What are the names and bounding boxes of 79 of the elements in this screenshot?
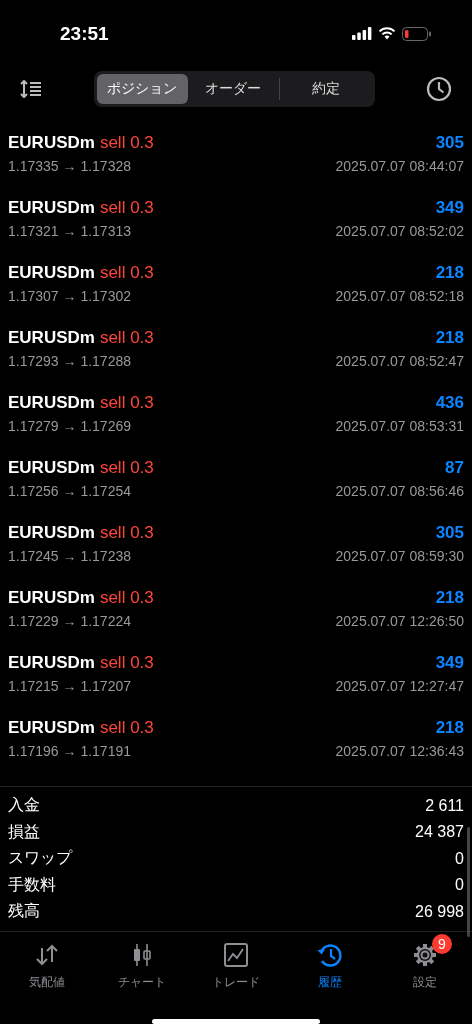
- status-time: 23:51: [60, 22, 109, 45]
- deal-prices: 1.17215 → 1.17207: [8, 677, 131, 694]
- summary-label: 手数料: [8, 874, 56, 895]
- battery-icon: [402, 26, 432, 41]
- summary-value: 0: [455, 876, 464, 895]
- deal-order: sell 0.3: [99, 457, 154, 478]
- deal-profit: 218: [435, 717, 464, 738]
- deal-symbol: EURUSDm: [8, 262, 95, 283]
- deal-symbol: EURUSDm: [8, 327, 95, 348]
- deal-order: sell 0.3: [99, 327, 154, 348]
- deal-order: sell 0.3: [99, 717, 154, 738]
- deal-prices: 1.17321 → 1.17313: [8, 222, 131, 239]
- deal-profit: 349: [435, 652, 464, 673]
- candlestick-icon: [131, 943, 152, 968]
- deal-symbol: EURUSDm: [8, 587, 95, 608]
- deal-symbol: EURUSDm: [8, 652, 95, 673]
- summary-value: 26 998: [415, 902, 464, 921]
- deal-time: 2025.07.07 08:53:31: [335, 417, 464, 434]
- deal-prices: 1.17196 → 1.17191: [8, 742, 131, 759]
- deal-time: 2025.07.07 08:52:02: [335, 222, 464, 239]
- history-icon: [317, 942, 344, 969]
- deal-prices: 1.17335 → 1.17328: [8, 157, 131, 174]
- segment-tab[interactable]: 約定: [280, 74, 372, 105]
- deal-symbol: EURUSDm: [8, 392, 95, 413]
- wifi-icon: [378, 27, 396, 41]
- deal-prices: 1.17245 → 1.17238: [8, 547, 131, 564]
- summary-value: 24 387: [415, 823, 464, 842]
- deal-symbol: EURUSDm: [8, 457, 95, 478]
- deal-profit: 349: [435, 197, 464, 218]
- deal-time: 2025.07.07 08:59:30: [335, 547, 464, 564]
- clock-icon[interactable]: [426, 76, 452, 103]
- deal-time: 2025.07.07 12:26:50: [335, 612, 464, 629]
- deal-time: 2025.07.07 08:52:47: [335, 352, 464, 369]
- summary-label: 残高: [8, 901, 40, 922]
- sort-icon[interactable]: [20, 80, 42, 99]
- deal-order: sell 0.3: [99, 262, 154, 283]
- summary-label: 損益: [8, 821, 40, 842]
- tab-bar-item[interactable]: チャート: [94, 932, 189, 994]
- summary-label: 入金: [8, 795, 40, 816]
- tab-bar-item[interactable]: 気配値: [0, 932, 95, 994]
- deal-time: 2025.07.07 08:44:07: [335, 157, 464, 174]
- segment-tab[interactable]: ポジション: [96, 74, 188, 105]
- deal-order: sell 0.3: [99, 652, 154, 673]
- deal-symbol: EURUSDm: [8, 717, 95, 738]
- summary-value: 0: [455, 849, 464, 868]
- deal-prices: 1.17256 → 1.17254: [8, 482, 131, 499]
- tab-bar-item[interactable]: 9 設定: [377, 932, 472, 994]
- deal-order: sell 0.3: [99, 197, 154, 218]
- deal-profit: 218: [435, 327, 464, 348]
- deal-order: sell 0.3: [99, 587, 154, 608]
- deal-time: 2025.07.07 12:27:47: [335, 677, 464, 694]
- deal-profit: 218: [435, 587, 464, 608]
- deal-prices: 1.17293 → 1.17288: [8, 352, 131, 369]
- deal-profit: 436: [435, 392, 464, 413]
- deal-profit: 305: [435, 132, 464, 153]
- summary-value: 2 611: [425, 796, 464, 815]
- line-chart-icon: [224, 943, 248, 968]
- tab-bar-item[interactable]: トレード: [188, 932, 284, 994]
- deal-time: 2025.07.07 12:36:43: [335, 742, 464, 759]
- notification-badge: 9: [431, 934, 452, 955]
- deal-time: 2025.07.07 08:56:46: [335, 482, 464, 499]
- tab-bar-item[interactable]: 履歴: [283, 932, 378, 994]
- deal-time: 2025.07.07 08:52:18: [335, 287, 464, 304]
- deal-symbol: EURUSDm: [8, 197, 95, 218]
- deal-symbol: EURUSDm: [8, 522, 95, 543]
- deal-prices: 1.17279 → 1.17269: [8, 417, 131, 434]
- deal-order: sell 0.3: [99, 392, 154, 413]
- deal-order: sell 0.3: [99, 522, 154, 543]
- signal-icon: [352, 27, 372, 41]
- deal-prices: 1.17307 → 1.17302: [8, 287, 131, 304]
- deal-profit: 305: [435, 522, 464, 543]
- segment-tab[interactable]: オーダー: [187, 74, 280, 105]
- summary-label: スワップ: [8, 848, 72, 869]
- deal-symbol: EURUSDm: [8, 132, 95, 153]
- deal-profit: 218: [435, 262, 464, 283]
- up-down-arrows-icon: [35, 944, 60, 967]
- deal-profit: 87: [445, 457, 464, 478]
- deal-order: sell 0.3: [99, 132, 154, 153]
- deal-prices: 1.17229 → 1.17224: [8, 612, 131, 629]
